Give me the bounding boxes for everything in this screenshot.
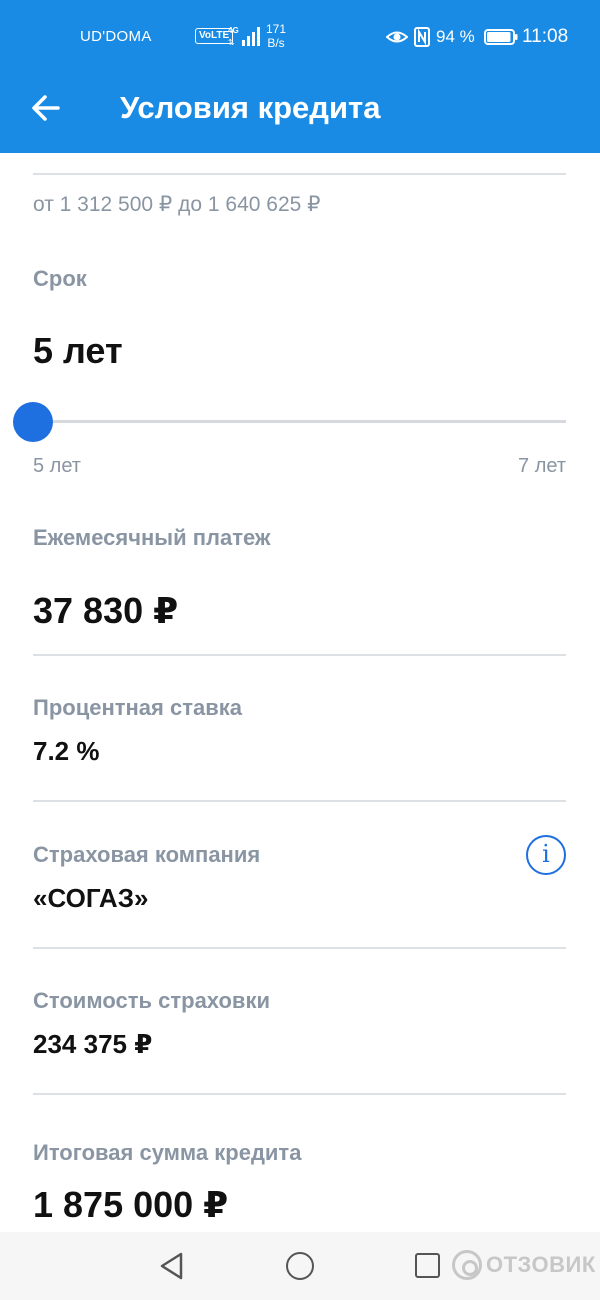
divider: [33, 1093, 566, 1095]
network-speed: 171 B/s: [266, 22, 286, 50]
watermark-logo-icon: [452, 1250, 482, 1280]
svg-text:4G: 4G: [228, 26, 239, 35]
monthly-payment-value: 37 830 ₽: [33, 590, 179, 631]
system-nav-bar: ОТЗОВИК: [0, 1232, 600, 1300]
watermark: ОТЗОВИК: [452, 1249, 596, 1281]
divider: [33, 173, 566, 175]
interest-rate-label: Процентная ставка: [33, 695, 242, 720]
insurer-value: «СОГАЗ»: [33, 883, 149, 913]
status-bar: UD'DOMA VoLTE 4G ⇅ 171 B/s 94 % 11:08: [0, 0, 600, 72]
term-slider-thumb[interactable]: [13, 402, 53, 442]
battery-icon: [484, 29, 518, 45]
monthly-payment-label: Ежемесячный платеж: [33, 525, 271, 550]
clock: 11:08: [522, 26, 569, 47]
insurance-cost-value: 234 375 ₽: [33, 1029, 153, 1059]
amount-range: от 1 312 500 ₽ до 1 640 625 ₽: [33, 193, 321, 216]
eye-comfort-icon: [386, 31, 408, 43]
top-bar: UD'DOMA VoLTE 4G ⇅ 171 B/s 94 % 11:08 Ус…: [0, 0, 600, 153]
nav-back-icon[interactable]: [157, 1251, 187, 1281]
divider: [33, 947, 566, 949]
back-arrow-icon[interactable]: [26, 88, 66, 128]
term-label: Срок: [33, 266, 87, 291]
battery-percent: 94 %: [436, 27, 475, 46]
watermark-text: ОТЗОВИК: [486, 1252, 596, 1277]
nav-recent-apps-icon[interactable]: [415, 1253, 440, 1278]
total-amount-value: 1 875 000 ₽: [33, 1184, 229, 1225]
term-slider-min: 5 лет: [33, 455, 81, 477]
nfc-icon: [414, 27, 430, 47]
insurance-cost-label: Стоимость страховки: [33, 988, 270, 1013]
svg-text:⇅: ⇅: [228, 38, 235, 47]
page-title: Условия кредита: [120, 90, 381, 125]
signal-icon: 4G ⇅: [228, 26, 260, 47]
term-slider-track[interactable]: [33, 420, 566, 423]
carrier-name: UD'DOMA: [80, 28, 152, 45]
divider: [33, 800, 566, 802]
info-icon[interactable]: i: [526, 835, 566, 875]
interest-rate-value: 7.2 %: [33, 736, 100, 766]
network-speed-value: 171: [266, 22, 287, 36]
term-slider-max: 7 лет: [518, 455, 566, 477]
network-speed-unit: B/s: [267, 36, 285, 50]
total-amount-label: Итоговая сумма кредита: [33, 1140, 302, 1165]
divider: [33, 654, 566, 656]
term-value: 5 лет: [33, 330, 123, 371]
nav-home-icon[interactable]: [286, 1252, 314, 1280]
insurer-label: Страховая компания: [33, 842, 261, 867]
